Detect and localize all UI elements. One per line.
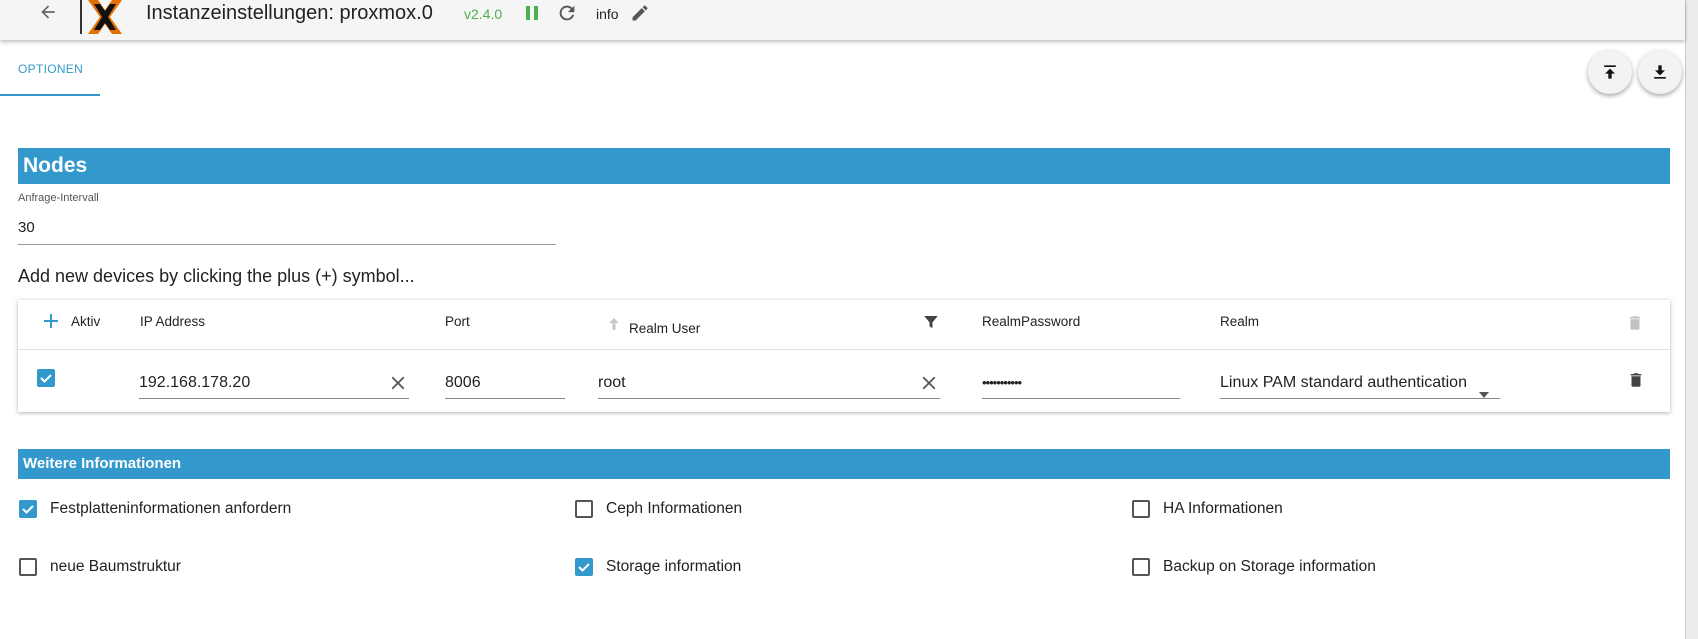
delete-row-icon[interactable] <box>1627 370 1645 395</box>
realm-user-value: root <box>598 374 626 391</box>
edit-pencil-icon[interactable] <box>630 3 650 28</box>
dropdown-arrow-icon <box>1478 380 1490 410</box>
ha-info-checkbox[interactable] <box>1132 500 1150 518</box>
upload-config-button[interactable] <box>1588 50 1632 94</box>
column-header-user[interactable]: Realm User <box>629 321 700 336</box>
reload-icon[interactable] <box>556 2 578 30</box>
vertical-scrollbar[interactable] <box>1685 0 1698 639</box>
disk-info-checkbox[interactable] <box>19 500 37 518</box>
sort-arrow-icon[interactable] <box>606 316 622 337</box>
tab-optionen[interactable]: OPTIONEN <box>0 40 100 96</box>
column-header-active: Aktiv <box>71 314 101 329</box>
header-divider <box>18 349 1670 350</box>
storage-info-label: Storage information <box>606 558 742 575</box>
interval-input[interactable]: 30 <box>18 212 556 245</box>
row-active-checkbox[interactable] <box>37 369 55 387</box>
filter-icon[interactable] <box>922 313 940 336</box>
storage-info-checkbox[interactable] <box>575 558 593 576</box>
new-tree-structure-checkbox[interactable] <box>19 558 37 576</box>
page-title: Instanzeinstellungen: proxmox.0 <box>146 2 433 24</box>
ip-address-value: 192.168.178.20 <box>139 374 251 391</box>
tab-indicator <box>0 94 100 96</box>
column-header-password[interactable]: RealmPassword <box>982 314 1080 329</box>
column-header-port[interactable]: Port <box>445 314 470 329</box>
ceph-info-label: Ceph Informationen <box>606 500 743 517</box>
disk-info-label: Festplatteninformationen anfordern <box>50 500 292 517</box>
ip-address-input[interactable]: 192.168.178.20 <box>139 368 409 399</box>
realm-user-input[interactable]: root <box>598 368 940 399</box>
delete-all-icon <box>1626 313 1644 338</box>
column-header-realm[interactable]: Realm <box>1220 314 1259 329</box>
backup-storage-info-label: Backup on Storage information <box>1163 558 1376 575</box>
tab-label: OPTIONEN <box>18 62 84 76</box>
nodes-table: Aktiv IP Address Port Realm User RealmPa… <box>18 300 1670 412</box>
backup-storage-info-checkbox[interactable] <box>1132 558 1150 576</box>
proxmox-logo-icon <box>80 0 128 34</box>
new-tree-structure-label: neue Baumstruktur <box>50 558 181 575</box>
back-arrow-icon[interactable] <box>38 2 58 28</box>
realm-password-input[interactable]: ••••••••••• <box>982 368 1180 399</box>
clear-user-icon[interactable] <box>918 372 940 405</box>
more-info-section-header: Weitere Informationen <box>18 449 1670 479</box>
interval-label: Anfrage-Intervall <box>18 192 99 204</box>
realm-select[interactable]: Linux PAM standard authentication <box>1220 368 1500 399</box>
version-badge: v2.4.0 <box>464 6 503 22</box>
clear-ip-icon[interactable] <box>387 372 409 405</box>
upload-icon <box>1604 65 1616 79</box>
column-header-ip[interactable]: IP Address <box>140 314 205 329</box>
download-icon <box>1654 65 1666 79</box>
pause-icon[interactable] <box>524 4 540 27</box>
top-bar: Instanzeinstellungen: proxmox.0 v2.4.0 i… <box>0 0 1685 40</box>
ha-info-label: HA Informationen <box>1163 500 1283 517</box>
add-row-icon[interactable] <box>42 312 60 335</box>
download-config-button[interactable] <box>1638 50 1682 94</box>
info-label: info <box>596 6 619 22</box>
nodes-section-header: Nodes <box>18 148 1670 184</box>
realm-select-value: Linux PAM standard authentication <box>1220 374 1467 391</box>
ceph-info-checkbox[interactable] <box>575 500 593 518</box>
add-devices-hint: Add new devices by clicking the plus (+)… <box>18 266 415 286</box>
port-input[interactable]: 8006 <box>445 368 565 399</box>
